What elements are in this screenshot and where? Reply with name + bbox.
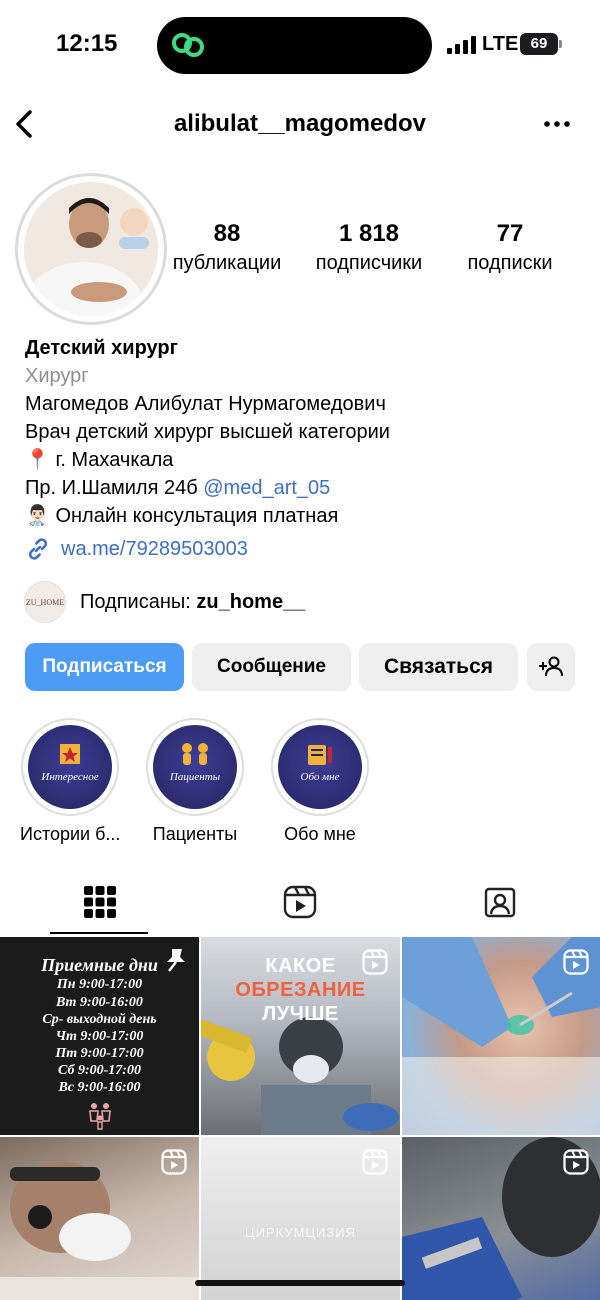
bio-line: Врач детский хирург высшей категории (25, 421, 390, 443)
highlight-cover: Пациенты (153, 725, 237, 809)
schedule-line: Сб 9:00-17:00 (58, 1063, 141, 1078)
home-indicator[interactable] (195, 1280, 405, 1286)
followed-by-text: Подписаны: zu_home__ (80, 591, 305, 614)
bio-line: Магомедов Алибулат Нурмагомедович (25, 393, 386, 415)
post-reel-operation[interactable] (402, 1137, 600, 1300)
post-reel-circumcision[interactable]: КАКОЕ ОБРЕЗАНИЕ ЛУЧШЕ (201, 937, 400, 1135)
suggest-users-button[interactable] (527, 643, 575, 691)
highlight-about[interactable]: Обо мне Обо мне (270, 718, 370, 845)
reels-icon (283, 885, 317, 919)
follow-button[interactable]: Подписаться (25, 643, 184, 691)
pin-icon (167, 949, 185, 972)
tagged-person-icon (484, 887, 516, 918)
stat-following-label: подписки (467, 252, 553, 274)
bio-consult: 👨🏻‍⚕️ Онлайн консультация платная (25, 505, 339, 527)
kids-icon (182, 743, 208, 765)
bio-name: Детский хирург (25, 337, 178, 359)
highlight-cover-text: Обо мне (300, 771, 340, 783)
schedule-line: Чт 9:00-17:00 (55, 1029, 144, 1044)
more-options-icon[interactable] (542, 112, 572, 136)
bio-link-text: wa.me/79289503003 (61, 537, 248, 560)
highlight-cover: Интересное (28, 725, 112, 809)
status-time: 12:15 (56, 30, 118, 57)
avatar-portrait (24, 182, 158, 316)
bio-address-line: Пр. И.Шамиля 24б @med_art_05 (25, 474, 585, 502)
post-schedule[interactable]: Приемные дни Пн 9:00-17:00 Вт 9:00-16:00… (0, 937, 199, 1135)
post-reel-procedure[interactable] (402, 937, 600, 1135)
highlight-stories[interactable]: Интересное Истории б... (20, 718, 120, 845)
faded-caption: ЦИРКУМЦИЗИЯ (245, 1225, 356, 1240)
tab-reels[interactable] (200, 878, 400, 936)
surgery-photo (201, 1017, 399, 1135)
active-tab-indicator (50, 932, 148, 934)
highlight-patients[interactable]: Пациенты Пациенты (145, 718, 245, 845)
family-icon (89, 1103, 111, 1130)
bio-line: 📍 г. Махачкала (25, 449, 174, 471)
followed-by-prefix: Подписаны: (80, 590, 191, 613)
battery-icon: 69 (520, 33, 558, 55)
schedule-line: Пн 9:00-17:00 (56, 977, 143, 992)
highlight-label: Пациенты (152, 824, 238, 844)
schedule-line: Пт 9:00-17:00 (55, 1046, 144, 1061)
status-bar: 12:15 LTE 69 (0, 0, 600, 90)
stat-posts-count: 88 (213, 220, 241, 247)
message-button[interactable]: Сообщение (192, 643, 351, 691)
bio-category: Хирург (25, 365, 89, 387)
bio-external-link[interactable]: wa.me/79289503003 (25, 536, 248, 562)
stat-following[interactable]: 77 подписки (455, 220, 565, 275)
highlight-cover: Обо мне (278, 725, 362, 809)
highlight-ring: Интересное (21, 718, 119, 816)
contact-button[interactable]: Связаться (359, 643, 518, 691)
tab-tagged[interactable] (400, 878, 600, 936)
add-person-icon (539, 656, 563, 677)
avatar[interactable] (24, 182, 158, 316)
reel-badge-icon (563, 1149, 589, 1175)
stat-followers-label: подписчики (315, 252, 423, 274)
stat-following-count: 77 (496, 220, 524, 247)
highlight-ring: Пациенты (146, 718, 244, 816)
network-type: LTE (482, 33, 519, 55)
stat-posts-label: публикации (172, 252, 282, 274)
schedule-line: Вт 9:00-16:00 (56, 995, 143, 1010)
stat-followers-count: 1 818 (338, 220, 400, 247)
post-reel-surgeon[interactable] (0, 1137, 199, 1300)
followed-by-avatar: ZU_HOME (24, 581, 66, 623)
link-icon (28, 538, 48, 560)
reel-title-line: ЛУЧШЕ (262, 1003, 339, 1025)
followed-by[interactable]: ZU_HOME Подписаны: zu_home__ (24, 581, 305, 623)
star-badge-icon (60, 744, 80, 764)
profile-username: alibulat__magomedov (173, 110, 427, 137)
post-reel-faded[interactable]: ЦИРКУМЦИЗИЯ (201, 1137, 400, 1300)
highlight-label: Обо мне (284, 824, 356, 844)
grid-icon (84, 886, 116, 918)
tab-posts-grid[interactable] (0, 878, 200, 936)
link-chain-icon (172, 33, 204, 57)
signal-icon (447, 36, 476, 54)
reel-badge-icon (563, 949, 589, 975)
bio: Детский хирург Хирург Магомедов Алибулат… (25, 334, 585, 530)
schedule-line: Вс 9:00-16:00 (58, 1080, 141, 1095)
reel-badge-icon (362, 1149, 388, 1175)
reel-badge-icon (362, 949, 388, 975)
highlight-cover-text: Пациенты (169, 771, 221, 783)
stat-posts[interactable]: 88 публикации (166, 220, 288, 275)
highlight-cover-text: Интересное (41, 771, 99, 783)
battery-tip (559, 40, 562, 48)
notebook-icon (308, 745, 332, 765)
bio-mention-link[interactable]: @med_art_05 (203, 477, 330, 499)
followed-by-account: zu_home__ (196, 590, 306, 613)
stat-followers[interactable]: 1 818 подписчики (305, 220, 433, 275)
highlight-label: Истории б... (20, 824, 121, 844)
reel-title-line: ОБРЕЗАНИЕ (235, 979, 366, 1001)
highlight-ring: Обо мне (271, 718, 369, 816)
bio-address: Пр. И.Шамиля 24б (25, 477, 198, 499)
schedule-line: Ср- выходной день (42, 1012, 157, 1027)
reel-badge-icon (161, 1149, 187, 1175)
profile-tabs (0, 878, 600, 936)
